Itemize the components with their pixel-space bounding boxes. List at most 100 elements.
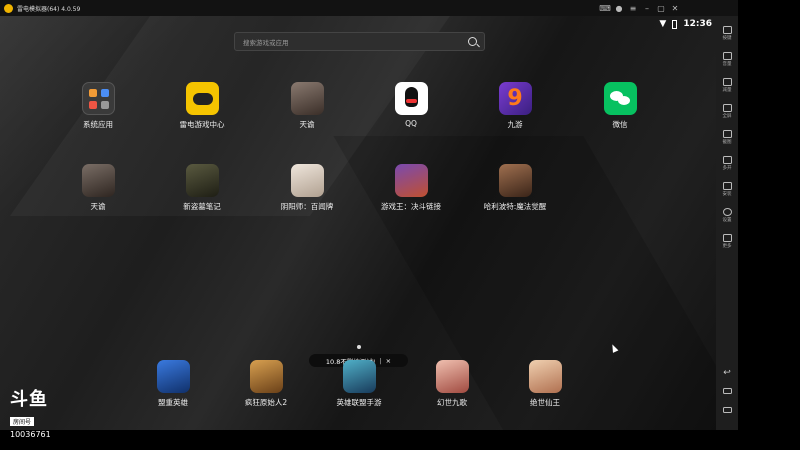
app-tianyu-2[interactable]: 天谕	[63, 164, 133, 212]
app-label: 天谕	[90, 202, 106, 211]
app-leidian-game-center[interactable]: 雷电游戏中心	[167, 82, 237, 130]
keyboard-icon	[722, 26, 732, 34]
jiuyou-icon: 9	[498, 82, 532, 115]
app-tianyu[interactable]: 天谕	[272, 82, 342, 130]
sidebar-multi-instance-button[interactable]: 多开	[716, 156, 738, 171]
settings-gear-icon	[722, 208, 732, 216]
daomu-game-icon	[185, 164, 219, 197]
status-bar: ▼ 12:36	[659, 16, 716, 32]
app-label: 阴阳师：百闻牌	[280, 202, 334, 211]
room-number: 10036761	[10, 430, 51, 439]
yugioh-icon	[394, 164, 428, 197]
install-apk-icon	[722, 182, 732, 190]
room-label: 房间号	[10, 417, 35, 426]
page-indicator	[357, 345, 361, 349]
battery-icon	[672, 19, 678, 29]
scissors-icon	[722, 130, 732, 138]
window-title: 雷电模拟器(64) 4.0.59	[17, 5, 81, 13]
sidebar-label: 全屏	[722, 114, 732, 119]
gamepad-icon	[185, 82, 219, 115]
app-label: 雷电游戏中心	[179, 120, 225, 129]
sidebar-back-button[interactable]: ↩	[716, 368, 738, 378]
multi-instance-icon	[722, 156, 732, 164]
account-icon[interactable]: ●	[612, 0, 626, 16]
tianyu-game-icon	[81, 164, 115, 197]
search-placeholder: 搜索游戏或应用	[243, 38, 289, 47]
clock: 12:36	[683, 19, 712, 29]
douyu-watermark: 斗鱼 房间号 10036761	[10, 391, 51, 439]
app-xin-daomu-biji[interactable]: 新盗墓笔记	[167, 164, 237, 212]
tianyu-game-icon	[290, 82, 324, 115]
window-controls: ⌨ ● ≡ – ▢ ✕	[598, 0, 682, 16]
app-mengzhong-hero[interactable]: 盟重英雄	[138, 360, 208, 408]
app-label: 游戏王：决斗链接	[381, 202, 441, 211]
app-jiuyou[interactable]: 9 九游	[480, 82, 550, 130]
home-icon	[722, 388, 732, 394]
sidebar-settings-button[interactable]: 设置	[716, 208, 738, 223]
sidebar-label: 设置	[722, 218, 732, 223]
sidebar-label: 多开	[722, 166, 732, 171]
app-qq[interactable]: QQ	[376, 82, 446, 128]
sidebar-keyboard-button[interactable]: 按键	[716, 26, 738, 41]
sidebar-screenshot-button[interactable]: 截图	[716, 130, 738, 145]
app-label: 新盗墓笔记	[183, 202, 221, 211]
mengzhong-hero-icon	[156, 360, 190, 393]
emulator-sidebar: 按键 音量 减量 全屏 截图 多开 安装 设置 更多 ↩	[716, 16, 738, 430]
minimize-icon[interactable]: –	[640, 0, 654, 16]
app-label: QQ	[405, 119, 417, 128]
sidebar-label: 更多	[722, 244, 732, 249]
app-croods-2[interactable]: 疯狂原始人2	[231, 360, 301, 408]
sidebar-volume-up-button[interactable]: 音量	[716, 52, 738, 67]
sidebar-fullscreen-button[interactable]: 全屏	[716, 104, 738, 119]
title-bar: 雷电模拟器(64) 4.0.59 ⌨ ● ≡ – ▢ ✕	[0, 0, 738, 16]
volume-up-icon	[722, 52, 732, 60]
close-icon[interactable]: ✕	[668, 0, 682, 16]
recents-icon	[722, 407, 732, 413]
app-label: 九游	[507, 120, 523, 129]
sidebar-home-button[interactable]	[716, 388, 738, 394]
app-label: 系统应用	[83, 120, 113, 129]
sidebar-label: 截图	[722, 140, 732, 145]
system-apps-folder-icon	[81, 82, 115, 115]
sidebar-label: 减量	[722, 88, 732, 93]
croods-icon	[249, 360, 283, 393]
menu-icon[interactable]: ≡	[626, 0, 640, 16]
qq-penguin-icon	[394, 82, 428, 115]
android-home-screen: ▼ 12:36 搜索游戏或应用 系统应用 雷电游戏中心 天谕 QQ 9 九游 微…	[0, 16, 716, 430]
app-label: 英雄联盟手游	[336, 398, 382, 407]
stage: 雷电模拟器(64) 4.0.59 ⌨ ● ≡ – ▢ ✕ ▼ 12:36 搜索游…	[0, 0, 800, 450]
app-label: 疯狂原始人2	[244, 398, 288, 407]
harry-potter-icon	[498, 164, 532, 197]
sidebar-more-button[interactable]: 更多	[716, 234, 738, 249]
sidebar-volume-down-button[interactable]: 减量	[716, 78, 738, 93]
app-harry-potter[interactable]: 哈利波特:魔法觉醒	[480, 164, 550, 212]
app-label: 微信	[612, 120, 628, 129]
sidebar-recents-button[interactable]	[716, 407, 738, 413]
app-huanshi-jiuge[interactable]: 幻世九歌	[417, 360, 487, 408]
search-input[interactable]: 搜索游戏或应用	[234, 32, 485, 51]
app-wechat[interactable]: 微信	[585, 82, 655, 130]
back-arrow-icon: ↩	[723, 368, 731, 378]
search-icon[interactable]	[468, 37, 477, 46]
app-onmyoji-card[interactable]: 阴阳师：百闻牌	[272, 164, 342, 212]
sidebar-label: 音量	[722, 62, 732, 67]
app-label: 绝世仙王	[530, 398, 560, 407]
fullscreen-icon	[722, 104, 732, 112]
app-jueshi-xianwang[interactable]: 绝世仙王	[510, 360, 580, 408]
gamepad-small-icon[interactable]: ⌨	[598, 0, 612, 16]
app-yugioh-duel-links[interactable]: 游戏王：决斗链接	[376, 164, 446, 212]
app-system-apps[interactable]: 系统应用	[63, 82, 133, 130]
sidebar-label: 按键	[722, 36, 732, 41]
wechat-icon	[603, 82, 637, 115]
app-label: 天谕	[299, 120, 315, 129]
app-label: 幻世九歌	[437, 398, 467, 407]
app-lol-mobile[interactable]: 英雄联盟手游	[324, 360, 394, 408]
volume-down-icon	[722, 78, 732, 86]
maximize-icon[interactable]: ▢	[654, 0, 668, 16]
sidebar-label: 安装	[722, 192, 732, 197]
more-icon	[722, 234, 732, 242]
app-label: 盟重英雄	[158, 398, 188, 407]
wifi-icon: ▼	[659, 19, 667, 29]
sidebar-install-button[interactable]: 安装	[716, 182, 738, 197]
onmyoji-card-icon	[290, 164, 324, 197]
